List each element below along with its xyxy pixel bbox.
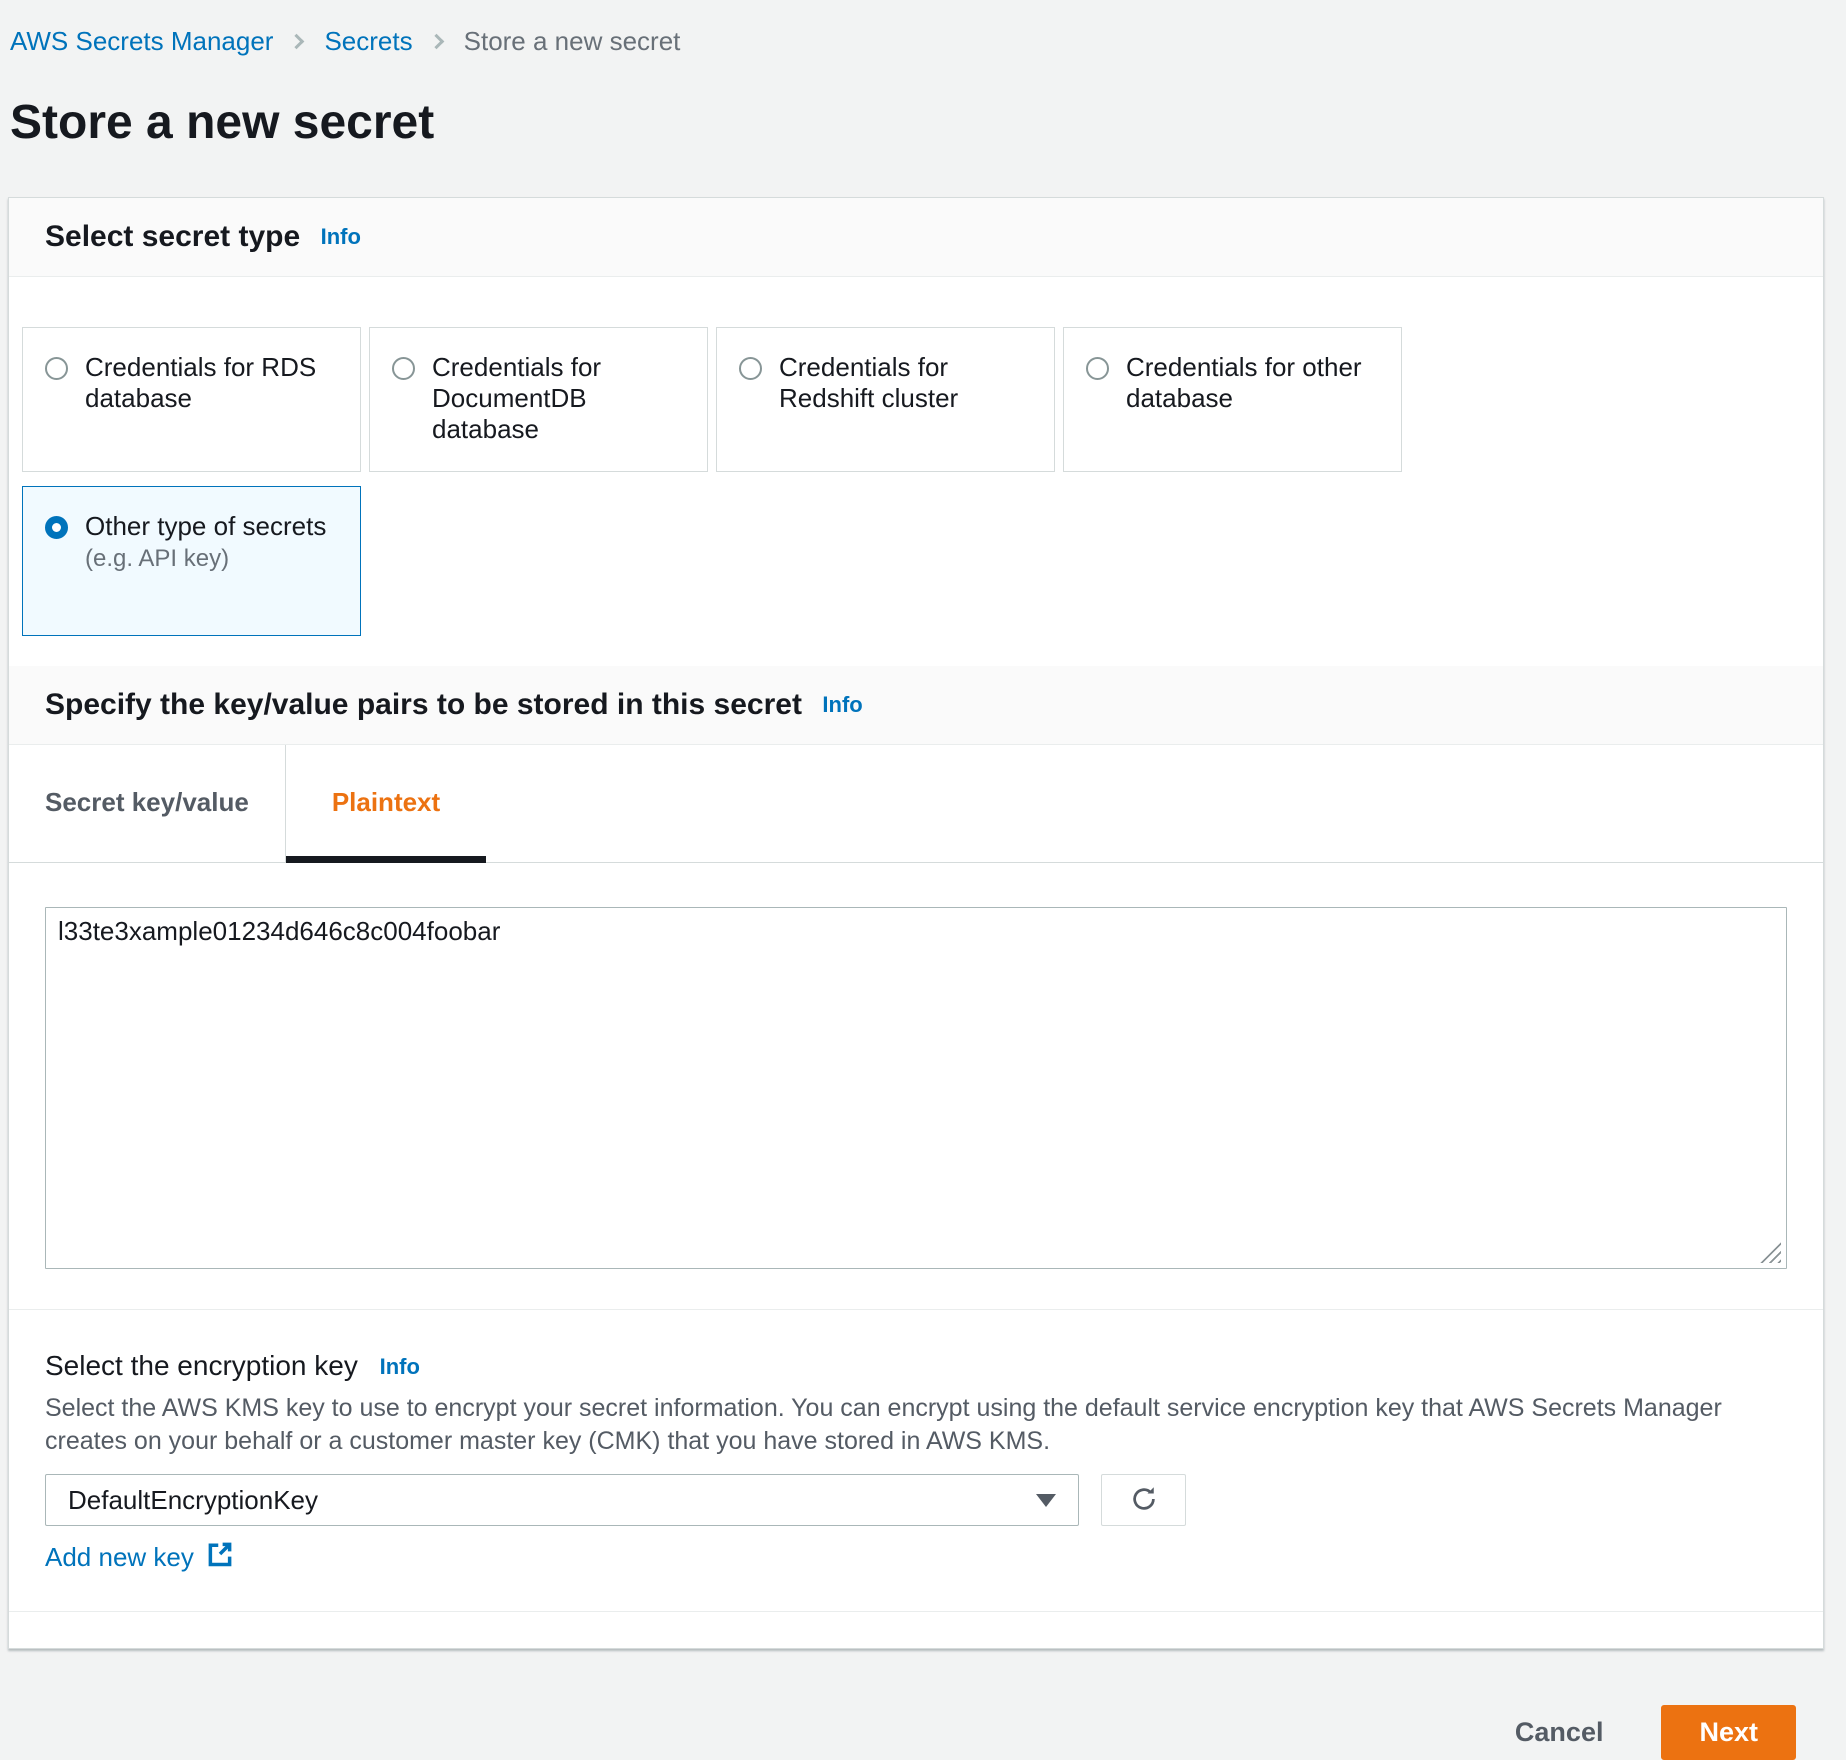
key-value-heading: Specify the key/value pairs to be stored…	[45, 688, 802, 721]
tile-credentials-rds[interactable]: Credentials for RDS database	[22, 327, 361, 472]
external-link-icon	[194, 1540, 234, 1575]
wizard-footer: Cancel Next	[0, 1649, 1846, 1760]
tab-plaintext[interactable]: Plaintext	[285, 745, 486, 862]
secret-type-heading: Select secret type	[45, 220, 300, 253]
tile-label: Credentials for Redshift cluster	[779, 352, 1034, 414]
store-secret-card: Select secret type Info Credentials for …	[8, 197, 1824, 1649]
tile-label: Credentials for other database	[1126, 352, 1381, 414]
caret-down-icon	[1036, 1494, 1056, 1507]
breadcrumb-current-page: Store a new secret	[464, 26, 681, 57]
secret-type-options: Credentials for RDS database Credentials…	[9, 277, 1823, 666]
radio-unselected-icon[interactable]	[392, 357, 415, 380]
key-value-section-header: Specify the key/value pairs to be stored…	[9, 666, 1823, 745]
next-button[interactable]: Next	[1661, 1705, 1796, 1760]
tile-credentials-redshift[interactable]: Credentials for Redshift cluster	[716, 327, 1055, 472]
radio-unselected-icon[interactable]	[739, 357, 762, 380]
secret-type-section-header: Select secret type Info	[9, 198, 1823, 277]
tile-sublabel: (e.g. API key)	[85, 544, 326, 574]
secret-type-info-link[interactable]: Info	[321, 224, 361, 249]
add-new-key-label: Add new key	[45, 1542, 194, 1573]
add-new-key-link[interactable]: Add new key	[45, 1540, 234, 1575]
encryption-heading: Select the encryption key	[45, 1350, 358, 1381]
radio-selected-icon[interactable]	[45, 516, 68, 539]
tile-credentials-other-database[interactable]: Credentials for other database	[1063, 327, 1402, 472]
refresh-keys-button[interactable]	[1101, 1474, 1186, 1526]
chevron-right-icon	[428, 34, 444, 50]
chevron-right-icon	[289, 34, 305, 50]
encryption-key-selected-value: DefaultEncryptionKey	[68, 1485, 318, 1516]
encryption-key-section: Select the encryption key Info Select th…	[9, 1310, 1823, 1611]
encryption-key-select[interactable]: DefaultEncryptionKey	[45, 1474, 1079, 1526]
tab-secret-key-value[interactable]: Secret key/value	[9, 745, 285, 862]
breadcrumb-link-secrets[interactable]: Secrets	[324, 26, 412, 57]
refresh-icon	[1129, 1484, 1159, 1517]
radio-unselected-icon[interactable]	[1086, 357, 1109, 380]
tile-other-type-of-secrets[interactable]: Other type of secrets (e.g. API key)	[22, 486, 361, 636]
breadcrumb: AWS Secrets Manager Secrets Store a new …	[0, 0, 1846, 57]
plaintext-textarea[interactable]: l33te3xample01234d646c8c004foobar	[45, 907, 1787, 1269]
tile-label: Other type of secrets	[85, 511, 326, 541]
radio-unselected-icon[interactable]	[45, 357, 68, 380]
tile-label: Credentials for DocumentDB database	[432, 352, 687, 445]
key-value-info-link[interactable]: Info	[822, 692, 862, 717]
tile-label: Credentials for RDS database	[85, 352, 340, 414]
encryption-info-link[interactable]: Info	[380, 1354, 420, 1379]
breadcrumb-link-secrets-manager[interactable]: AWS Secrets Manager	[10, 26, 273, 57]
key-value-tabs: Secret key/value Plaintext	[9, 745, 1823, 863]
page-title: Store a new secret	[10, 95, 1846, 151]
cancel-button[interactable]: Cancel	[1499, 1707, 1620, 1758]
plaintext-panel: l33te3xample01234d646c8c004foobar	[9, 863, 1823, 1309]
encryption-description: Select the AWS KMS key to use to encrypt…	[45, 1392, 1787, 1458]
tile-credentials-documentdb[interactable]: Credentials for DocumentDB database	[369, 327, 708, 472]
